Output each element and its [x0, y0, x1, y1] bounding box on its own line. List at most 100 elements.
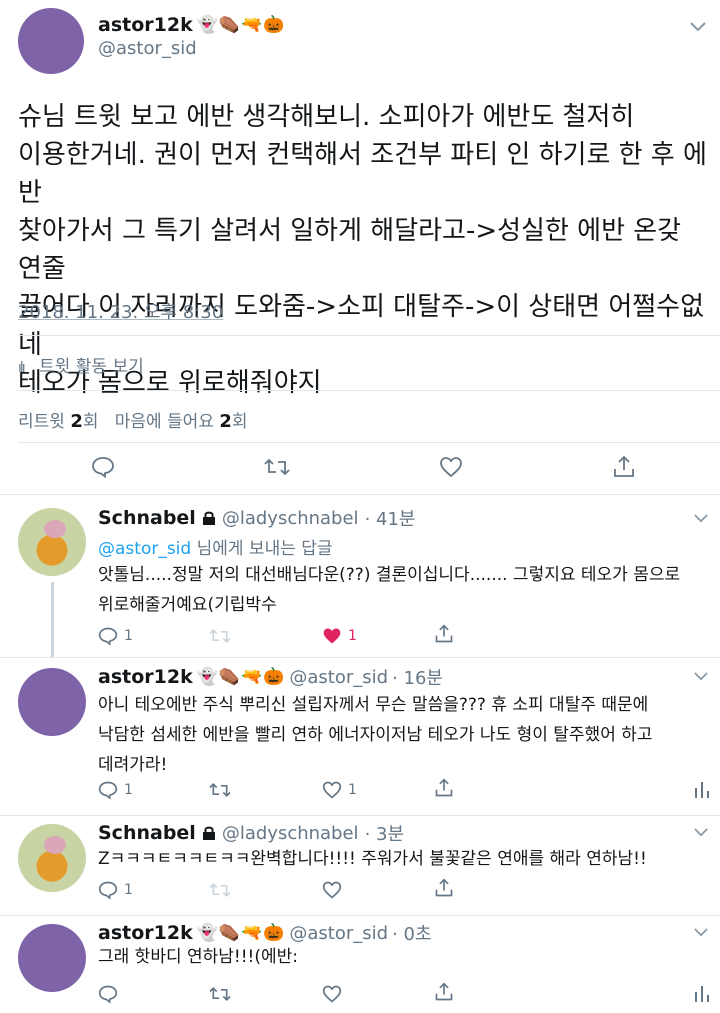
heart-icon	[322, 781, 342, 799]
author-name-row[interactable]: astor12k 👻⚰️🔫🎃	[98, 14, 285, 36]
lock-icon	[202, 825, 216, 841]
author-name[interactable]: astor12k	[98, 14, 193, 36]
retweet-label: 리트윗	[18, 412, 65, 432]
like-count: 1	[348, 628, 357, 644]
reply-icon	[92, 457, 114, 479]
reply-time[interactable]: · 16분	[392, 664, 443, 690]
tweet-stats: 리트윗 2회 마음에 들어요 2회	[18, 407, 248, 432]
reply-text-line: 위로해줄거예요(기립박수	[98, 595, 277, 615]
like-button[interactable]	[322, 880, 342, 900]
like-button[interactable]	[436, 452, 466, 482]
reply-text-line: 앗톨님.....정말 저의 대선배님다운(??) 결론이십니다....... 그…	[98, 565, 681, 585]
analytics-icon[interactable]	[694, 984, 710, 1002]
reply-button[interactable]	[88, 452, 118, 482]
share-icon	[435, 982, 453, 1001]
reply-icon	[98, 881, 118, 900]
reply-time[interactable]: · 3분	[365, 820, 404, 846]
tweet-timestamp[interactable]: 2018. 11. 23. 오후 8:30	[18, 298, 223, 324]
reply-header: Schnabel @ladyschnabel · 3분	[98, 820, 404, 846]
reply-icon	[98, 781, 118, 800]
reply-header: Schnabel @ladyschnabel · 41분	[98, 505, 415, 531]
heart-icon	[440, 457, 462, 478]
retweet-button[interactable]	[262, 452, 292, 482]
divider	[0, 915, 720, 916]
reply-author-handle[interactable]: @ladyschnabel	[222, 823, 359, 844]
like-unit: 회	[231, 412, 248, 432]
heart-icon	[322, 881, 342, 899]
share-button[interactable]	[434, 624, 454, 644]
reply-text-line: 아니 테오에반 주식 뿌리신 설립자께서 무슨 말씀을??? 휴 소피 대탈주 …	[98, 695, 649, 715]
reply-action[interactable]: 1	[98, 880, 133, 900]
like-label: 마음에 들어요	[114, 412, 214, 432]
reply-avatar[interactable]	[18, 924, 86, 992]
reply-author-handle[interactable]: @astor_sid	[289, 923, 388, 944]
like-count[interactable]: 2	[219, 411, 232, 432]
heart-filled-icon	[323, 628, 341, 644]
reply-author-name[interactable]: astor12k	[98, 666, 193, 688]
share-button[interactable]	[434, 778, 454, 798]
reply-action[interactable]: 1	[98, 626, 133, 646]
reply-icon	[98, 985, 118, 1004]
author-handle[interactable]: @astor_sid	[98, 38, 197, 59]
reply-author-name[interactable]: astor12k	[98, 922, 193, 944]
retweet-unit: 회	[82, 412, 99, 432]
reply-count: 1	[124, 782, 133, 798]
share-icon	[435, 878, 453, 897]
reply-avatar[interactable]	[18, 668, 86, 736]
retweet-count[interactable]: 2	[70, 411, 83, 432]
heart-icon	[322, 985, 342, 1003]
reply-to-suffix: 님에게 보내는 답글	[191, 539, 333, 559]
reply-action[interactable]: 1	[98, 780, 133, 800]
reply-header: astor12k 👻⚰️🔫🎃 @astor_sid · 16분	[98, 664, 443, 690]
share-icon	[435, 778, 453, 797]
retweet-icon	[209, 782, 231, 798]
share-button[interactable]	[434, 878, 454, 898]
analytics-icon[interactable]	[694, 780, 710, 798]
reply-to-handle[interactable]: @astor_sid	[98, 539, 191, 559]
reply-text: 아니 테오에반 주식 뿌리신 설립자께서 무슨 말씀을??? 휴 소피 대탈주 …	[98, 690, 713, 780]
like-action[interactable]: 1	[322, 780, 357, 800]
reply-author-handle[interactable]: @astor_sid	[289, 667, 388, 688]
author-emoji: 👻⚰️🔫🎃	[196, 667, 286, 687]
tweet-activity-link[interactable]: ılı 트윗 활동 보기	[18, 352, 144, 377]
reply-avatar[interactable]	[18, 824, 86, 892]
chevron-down-icon[interactable]	[690, 22, 706, 32]
retweet-button[interactable]	[208, 984, 232, 1004]
reply-avatar[interactable]	[18, 508, 86, 576]
thread-line	[51, 582, 54, 658]
author-emoji: 👻⚰️🔫🎃	[196, 15, 286, 35]
author-emoji: 👻⚰️🔫🎃	[196, 923, 286, 943]
retweet-icon	[209, 986, 231, 1002]
reply-author-name[interactable]: Schnabel	[98, 822, 196, 844]
retweet-button-disabled	[208, 880, 232, 900]
chevron-down-icon[interactable]	[694, 672, 708, 681]
chevron-down-icon[interactable]	[694, 514, 708, 523]
share-icon	[614, 455, 634, 477]
like-count: 1	[348, 782, 357, 798]
divider	[18, 442, 720, 443]
analytics-icon: ılı	[18, 360, 26, 376]
divider	[0, 815, 720, 816]
reply-text: 앗톨님.....정말 저의 대선배님다운(??) 결론이십니다....... 그…	[98, 560, 713, 620]
like-action[interactable]: 1	[322, 626, 357, 646]
reply-time[interactable]: · 41분	[365, 505, 416, 531]
reply-author-name[interactable]: Schnabel	[98, 507, 196, 529]
reply-button[interactable]	[98, 984, 118, 1004]
retweet-button[interactable]	[208, 780, 232, 800]
reply-author-handle[interactable]: @ladyschnabel	[222, 508, 359, 529]
chevron-down-icon[interactable]	[694, 828, 708, 837]
lock-icon	[202, 510, 216, 526]
author-avatar[interactable]	[18, 8, 84, 74]
share-button[interactable]	[434, 982, 454, 1002]
like-button[interactable]	[322, 984, 342, 1004]
chevron-down-icon[interactable]	[694, 928, 708, 937]
reply-text: Zㅋㅋㅋㅌㅋㅋㅌㅋㅋ완벽합니다!!!! 주워가서 불꽃같은 연애를 해라 연하남…	[98, 844, 713, 874]
reply-text-line: 그래 핫바디 연하남!!!(에반:	[98, 947, 299, 967]
reply-to-line: @astor_sid 님에게 보내는 답글	[98, 534, 333, 559]
reply-text: 그래 핫바디 연하남!!!(에반:	[98, 942, 713, 972]
share-button[interactable]	[609, 452, 639, 482]
retweet-icon	[209, 628, 231, 644]
reply-icon	[98, 627, 118, 646]
retweet-icon	[209, 882, 231, 898]
retweet-button-disabled	[208, 626, 232, 646]
